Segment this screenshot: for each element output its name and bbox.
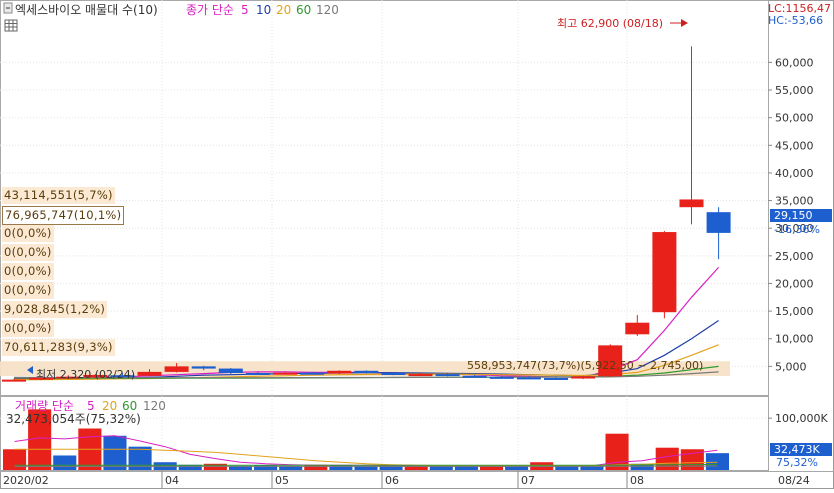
candle-body bbox=[381, 373, 405, 375]
high-annotation: 최고 62,900 (08/18) bbox=[557, 17, 688, 30]
volume-ma-period-60: 60 bbox=[122, 399, 137, 413]
volume-header: 거래량 단순 5 20 60 120 32,473,054주(75,32%) bbox=[6, 399, 166, 426]
stock-chart-window: 5,00010,00015,00020,00025,00030,00035,00… bbox=[0, 0, 834, 489]
volume-profile-label: 0(0,0%) bbox=[2, 282, 54, 299]
date-tick-label: 04 bbox=[165, 474, 179, 487]
low-annotation: 최저 2,320 (02/24) bbox=[27, 366, 135, 381]
price-tick-label: 50,000 bbox=[775, 112, 814, 125]
price-tick-label: 60,000 bbox=[775, 56, 814, 69]
current-volume-marker: 32,473K 75,32% bbox=[770, 443, 832, 469]
candle-body bbox=[490, 377, 514, 379]
date-tick-label: 07 bbox=[521, 474, 535, 487]
current-price-marker: 29,150 -16,36% bbox=[770, 209, 832, 236]
price-tick-label: 10,000 bbox=[775, 333, 814, 346]
ma-period-10: 10 bbox=[256, 3, 271, 17]
candle-body bbox=[652, 232, 676, 312]
ma-period-60: 60 bbox=[296, 3, 311, 17]
date-tick-label: 08 bbox=[630, 474, 644, 487]
price-tick-label: 45,000 bbox=[775, 139, 814, 152]
ma-label: 종가 단순 bbox=[186, 3, 234, 17]
volume-reading: 32,473,054주(75,32%) bbox=[6, 412, 141, 426]
volume-ma-period-5: 5 bbox=[87, 399, 95, 413]
price-header: 엑세스바이오 매물대 수(10) 종가 단순 5 10 20 60 120 bbox=[4, 3, 339, 31]
candle-body bbox=[409, 374, 433, 376]
price-tick-label: 20,000 bbox=[775, 277, 814, 290]
date-tick-label: 05 bbox=[275, 474, 289, 487]
price-tick-label: 55,000 bbox=[775, 84, 814, 97]
chart-canvas[interactable]: 5,00010,00015,00020,00025,00030,00035,00… bbox=[0, 0, 834, 489]
volume-ma-period-20: 20 bbox=[102, 399, 117, 413]
volume-bar bbox=[53, 455, 76, 470]
chart-title: 엑세스바이오 매물대 수(10) bbox=[15, 3, 158, 17]
candle-body bbox=[436, 374, 460, 376]
candle-body bbox=[2, 380, 26, 382]
volume-bar bbox=[505, 466, 528, 470]
candle-body bbox=[273, 373, 297, 375]
volume-profile-label: 9,028,845(1,2%) bbox=[2, 301, 107, 318]
date-tick-label: 06 bbox=[385, 474, 399, 487]
candle-body bbox=[246, 373, 270, 375]
volume-profile-label: 0(0,0%) bbox=[2, 225, 54, 242]
candle-body bbox=[300, 373, 324, 375]
price-tick-label: 15,000 bbox=[775, 305, 814, 318]
hc-value: HC:-53,66 bbox=[768, 14, 823, 27]
volume-bar bbox=[656, 448, 679, 470]
candle-body bbox=[571, 376, 595, 378]
current-change-value: -16,36% bbox=[774, 223, 820, 236]
volume-ma-period-120: 120 bbox=[143, 399, 166, 413]
volume-profile-label: 0(0,0%) bbox=[2, 244, 54, 261]
candle-body bbox=[192, 366, 216, 368]
price-tick-label: 25,000 bbox=[775, 250, 814, 263]
candle-body bbox=[138, 372, 162, 376]
volume-bar bbox=[706, 453, 729, 470]
date-tick-label: 08/24 bbox=[778, 474, 810, 487]
candle-body bbox=[463, 376, 487, 378]
volume-profile-peak-label: 558,953,747(73,7%)(5,922,50 ~ 2,745,00) bbox=[467, 359, 703, 372]
table-grid-icon[interactable] bbox=[5, 20, 17, 31]
candle-body bbox=[680, 199, 704, 207]
volume-profile-label: 43,114,551(5,7%) bbox=[2, 187, 115, 204]
volume-tick-label: 100,000K bbox=[775, 412, 828, 425]
price-tick-label: 5,000 bbox=[775, 360, 807, 373]
candle-body bbox=[327, 371, 351, 374]
price-tick-label: 40,000 bbox=[775, 167, 814, 180]
current-price-value: 29,150 bbox=[774, 209, 813, 222]
candle-body bbox=[544, 378, 568, 380]
price-tick-label: 35,000 bbox=[775, 195, 814, 208]
candle-body bbox=[625, 323, 649, 335]
current-volume-value: 32,473K bbox=[774, 443, 820, 456]
volume-ma-label: 거래량 단순 bbox=[15, 399, 74, 413]
volume-profile-label: 0(0,0%) bbox=[2, 320, 54, 337]
price-pane-frame bbox=[1, 1, 769, 396]
ma-period-120: 120 bbox=[316, 3, 339, 17]
current-volume-ratio: 75,32% bbox=[776, 456, 818, 469]
candle-body bbox=[165, 366, 189, 372]
volume-profile-label: 0(0,0%) bbox=[2, 263, 54, 280]
volume-profile-label: 76,965,747(10,1%) bbox=[2, 206, 124, 225]
volume-bar bbox=[455, 466, 478, 470]
low-annotation-text: 최저 2,320 (02/24) bbox=[36, 368, 135, 381]
candle-body bbox=[354, 371, 378, 373]
volume-bar bbox=[380, 466, 403, 470]
volume-bar bbox=[580, 466, 603, 470]
candle-body bbox=[219, 369, 243, 373]
volume-profile-label: 70,611,283(9,3%) bbox=[2, 339, 115, 356]
candle-body bbox=[707, 212, 731, 233]
date-tick-label: 2020/02 bbox=[3, 474, 49, 487]
candle-body bbox=[517, 377, 541, 379]
ma-period-5: 5 bbox=[241, 3, 249, 17]
high-annotation-text: 최고 62,900 (08/18) bbox=[557, 17, 663, 30]
ma-period-20: 20 bbox=[276, 3, 291, 17]
